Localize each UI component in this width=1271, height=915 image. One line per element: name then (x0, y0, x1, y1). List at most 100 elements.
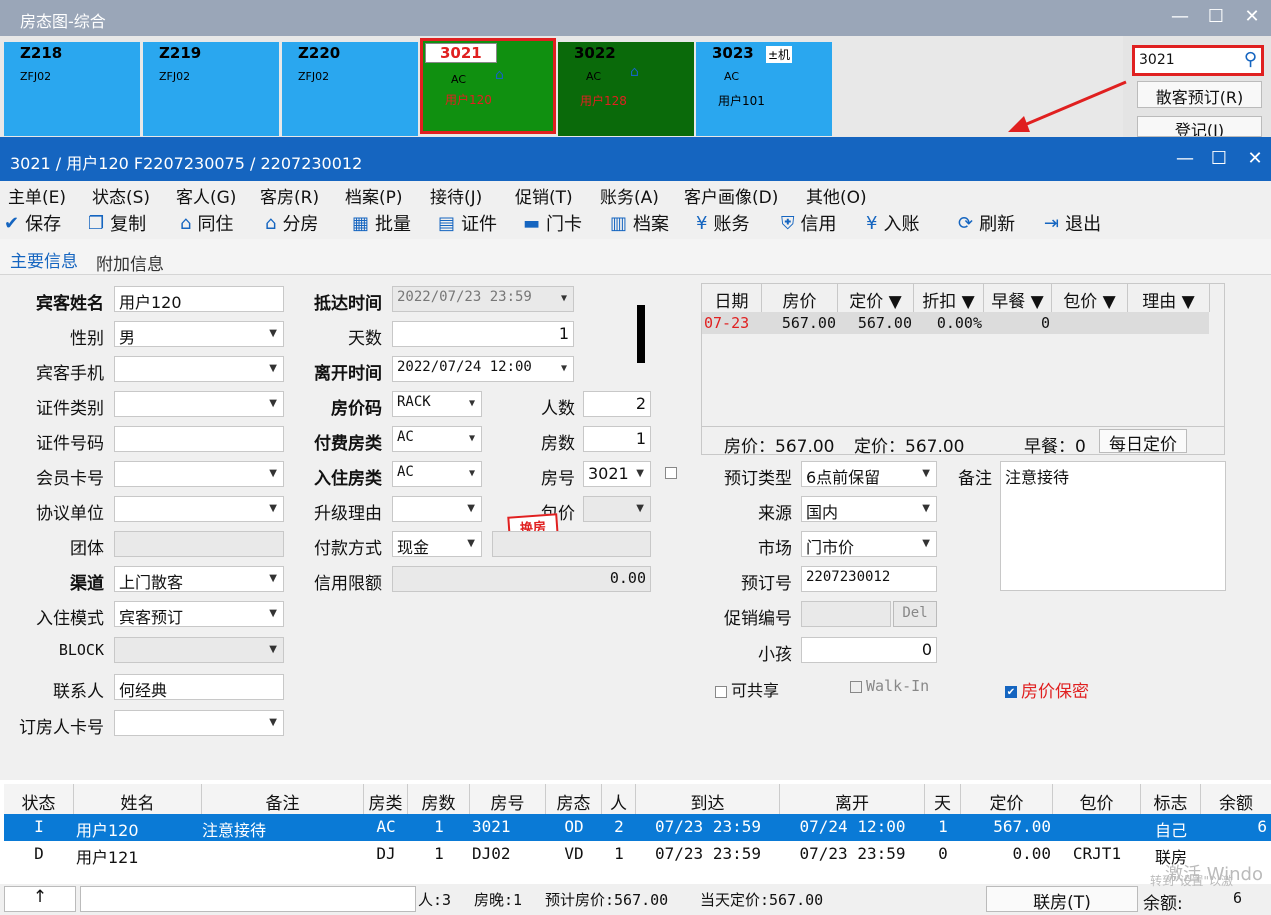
room-no-select[interactable]: 3021 (583, 461, 651, 487)
pay-method-select[interactable]: 现金 (392, 531, 482, 557)
menu-accounts[interactable]: 账务(A) (600, 183, 659, 208)
room-search-input[interactable]: 3021 (1139, 52, 1175, 68)
col-arrive[interactable]: 到达 (636, 784, 780, 814)
company-select[interactable] (114, 496, 284, 522)
share-room-button[interactable]: ⌂ 同住 (180, 210, 233, 236)
channel-select[interactable]: 上门散客 (114, 566, 284, 592)
link-room-button[interactable]: 联房(T) (986, 886, 1138, 913)
room-tile[interactable]: 3023 ±机 AC 用户101 (696, 42, 832, 136)
market-select[interactable]: 门市价 (801, 531, 937, 557)
search-icon[interactable]: ⚲ (1244, 49, 1257, 70)
child-field[interactable]: 0 (801, 637, 937, 663)
grid-header-discount[interactable]: 折扣 ▼ (914, 284, 984, 312)
resv-no-field[interactable]: 2207230012 (801, 566, 937, 592)
walkin-reserve-button[interactable]: 散客预订(R) (1137, 81, 1262, 108)
register-button[interactable]: 登记(I) (1137, 116, 1262, 137)
depart-time-field[interactable]: 2022/07/24 12:00 (392, 356, 574, 382)
grid-header-rate[interactable]: 定价 ▼ (838, 284, 914, 312)
credit-button[interactable]: ⛨ 信用 (781, 210, 837, 236)
menu-guest[interactable]: 客人(G) (176, 183, 236, 208)
grid-header-breakfast[interactable]: 早餐 ▼ (984, 284, 1052, 312)
id-no-field[interactable] (114, 426, 284, 452)
grid-header-reason[interactable]: 理由 ▼ (1128, 284, 1210, 312)
rooms-field[interactable]: 1 (583, 426, 651, 452)
menu-reception[interactable]: 接待(J) (430, 183, 482, 208)
col-days[interactable]: 天 (925, 784, 961, 814)
col-name[interactable]: 姓名 (74, 784, 202, 814)
table-row-selected[interactable]: I 用户120 注意接待 AC 1 3021 OD 2 07/23 23:59 … (4, 814, 1271, 841)
member-select[interactable] (114, 461, 284, 487)
table-row[interactable]: D 用户121 DJ 1 DJ02 VD 1 07/23 23:59 07/23… (4, 841, 1271, 868)
room-type-select[interactable]: AC (392, 461, 482, 487)
tab-extra-info[interactable]: 附加信息 (96, 250, 164, 275)
maximize-icon[interactable]: ☐ (1201, 6, 1231, 27)
booker-card-select[interactable] (114, 710, 284, 736)
days-field[interactable]: 1 (392, 321, 574, 347)
room-tile[interactable]: Z219 ZFJ02 (143, 42, 279, 136)
daily-rate-button[interactable]: 每日定价 (1099, 429, 1187, 455)
profile-button[interactable]: ▥ 档案 (610, 210, 669, 236)
room-tile-selected[interactable]: 3021 AC ⌂ 用户120 (420, 38, 556, 134)
room-tile[interactable]: 3022 AC ⌂ 用户128 (558, 42, 694, 136)
close-icon[interactable]: ✕ (1237, 6, 1267, 27)
tab-main-info[interactable]: 主要信息 (10, 247, 78, 278)
col-persons[interactable]: 人 (602, 784, 636, 814)
maximize-icon[interactable]: ☐ (1204, 148, 1234, 169)
col-package[interactable]: 包价 (1053, 784, 1141, 814)
assign-room-button[interactable]: ⌂ 分房 (265, 210, 318, 236)
col-room-status[interactable]: 房态 (546, 784, 602, 814)
col-rooms[interactable]: 房数 (408, 784, 470, 814)
col-status[interactable]: 状态 (4, 784, 74, 814)
price-row[interactable]: 07-23 567.00 567.00 0.00% 0 (702, 312, 1209, 334)
copy-button[interactable]: ❐ 复制 (88, 210, 146, 236)
id-type-select[interactable] (114, 391, 284, 417)
menu-room[interactable]: 客房(R) (260, 183, 319, 208)
menu-customer-portrait[interactable]: 客户画像(D) (684, 183, 778, 208)
close-icon[interactable]: ✕ (1240, 148, 1270, 169)
mobile-select[interactable] (114, 356, 284, 382)
save-button[interactable]: ✔ 保存 (4, 210, 61, 236)
source-select[interactable]: 国内 (801, 496, 937, 522)
col-depart[interactable]: 离开 (780, 784, 925, 814)
col-room-no[interactable]: 房号 (470, 784, 546, 814)
scroll-top-button[interactable]: ↑ (4, 886, 76, 912)
room-lock-checkbox[interactable] (665, 467, 677, 479)
menu-status[interactable]: 状态(S) (92, 183, 150, 208)
remark-textarea[interactable]: 注意接待 (1000, 461, 1226, 591)
exit-button[interactable]: ⇥ 退出 (1044, 210, 1101, 236)
col-room-type[interactable]: 房类 (364, 784, 408, 814)
id-card-button[interactable]: ▤ 证件 (438, 210, 497, 236)
menu-other[interactable]: 其他(O) (806, 183, 867, 208)
door-card-button[interactable]: ▬ 门卡 (523, 210, 582, 236)
grid-header-package[interactable]: 包价 ▼ (1052, 284, 1128, 312)
resv-type-select[interactable]: 6点前保留 (801, 461, 937, 487)
gender-select[interactable]: 男 (114, 321, 284, 347)
room-tile[interactable]: Z220 ZFJ02 (282, 42, 418, 136)
batch-button[interactable]: ▦ 批量 (352, 210, 411, 236)
col-balance[interactable]: 余额 (1201, 784, 1271, 814)
room-tile[interactable]: Z218 ZFJ02 (4, 42, 140, 136)
post-charge-button[interactable]: ¥ 入账 (866, 210, 919, 236)
rate-code-select[interactable]: RACK (392, 391, 482, 417)
persons-field[interactable]: 2 (583, 391, 651, 417)
room-search-box[interactable]: 3021 ⚲ (1132, 45, 1264, 76)
refresh-button[interactable]: ⟳ 刷新 (958, 210, 1015, 236)
shareable-checkbox[interactable]: 可共享 (715, 677, 779, 701)
col-remark[interactable]: 备注 (202, 784, 364, 814)
menu-profile[interactable]: 档案(P) (345, 183, 403, 208)
minimize-icon[interactable]: — (1170, 148, 1200, 169)
upgrade-reason-select[interactable] (392, 496, 482, 522)
status-input[interactable] (80, 886, 416, 912)
menu-master[interactable]: 主单(E) (8, 183, 66, 208)
col-rate[interactable]: 定价 (961, 784, 1053, 814)
del-button[interactable]: Del (893, 601, 937, 627)
col-flag[interactable]: 标志 (1141, 784, 1201, 814)
rate-secret-checkbox[interactable]: ✔ 房价保密 (1005, 677, 1089, 702)
accounts-button[interactable]: ¥ 账务 (696, 210, 749, 236)
contact-field[interactable]: 何经典 (114, 674, 284, 700)
checkin-mode-select[interactable]: 宾客预订 (114, 601, 284, 627)
guest-name-field[interactable]: 用户120 (114, 286, 284, 312)
minimize-icon[interactable]: — (1165, 6, 1195, 27)
pay-room-type-select[interactable]: AC (392, 426, 482, 452)
menu-promotion[interactable]: 促销(T) (515, 183, 573, 208)
